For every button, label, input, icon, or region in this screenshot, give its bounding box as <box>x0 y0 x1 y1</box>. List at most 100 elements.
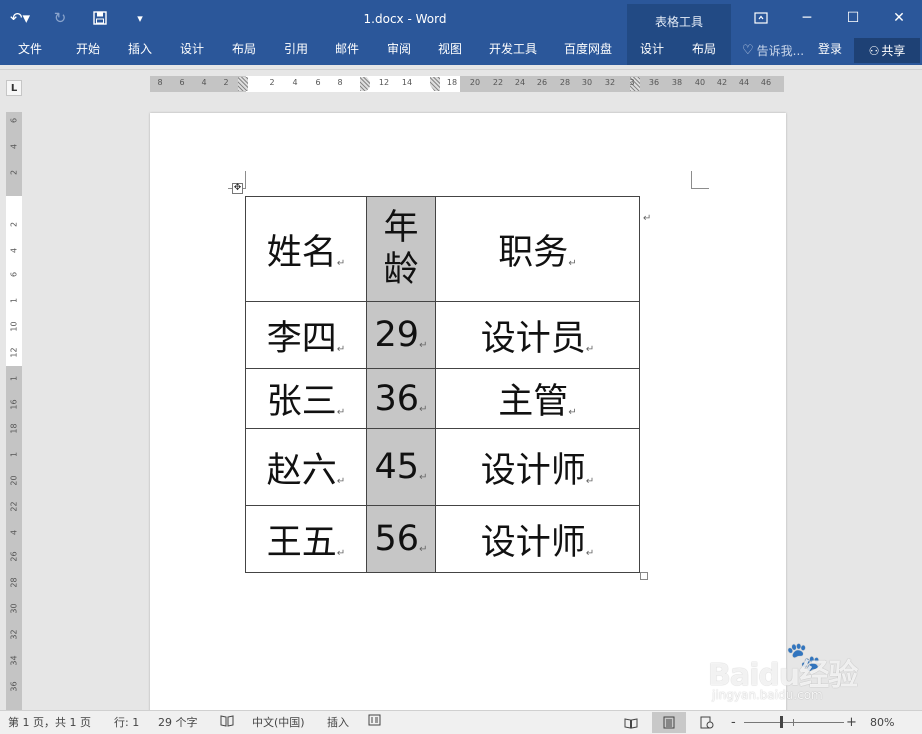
ruler-tick-label: 6 <box>179 78 185 87</box>
tab-references[interactable]: 引用 <box>274 36 318 65</box>
tab-view[interactable]: 视图 <box>428 36 472 65</box>
zoom-slider-center-mark <box>793 719 794 726</box>
ruler-tick-label: 22 <box>492 78 504 87</box>
ruler-tick-label: 30 <box>581 78 593 87</box>
table-cell-selected[interactable]: 56↵ <box>366 505 436 573</box>
ruler-tick-label: 38 <box>671 78 683 87</box>
person-icon: ⚇ <box>868 43 880 58</box>
tab-design[interactable]: 设计 <box>170 36 214 65</box>
tab-stop-selector-icon[interactable]: L <box>6 80 22 96</box>
table-cell[interactable]: 王五↵ <box>245 505 367 573</box>
zoom-out-button[interactable]: - <box>731 714 736 732</box>
web-layout-icon <box>700 716 714 729</box>
horizontal-ruler-area: L 8 6 4 2 2 4 6 8 12 14 18 20 22 24 26 28 30 32 3 36 38 40 42 4… <box>0 69 922 98</box>
table-cell-selected[interactable]: 45↵ <box>366 428 436 506</box>
word-count-status[interactable]: 29 个字 <box>158 714 198 732</box>
tab-table-layout[interactable]: 布局 <box>681 36 727 65</box>
ruler-tick-label: 4 <box>201 78 207 87</box>
minimize-icon[interactable]: ─ <box>784 0 830 36</box>
ruler-tick-label: 22 <box>9 501 19 512</box>
table-cell[interactable]: 李四↵ <box>245 301 367 369</box>
ruler-tick-label: 3 <box>629 78 635 87</box>
table-cell[interactable]: 姓名↵ <box>245 196 367 302</box>
table-header-row: 姓名↵ 年龄 职务↵ <box>245 196 640 302</box>
horizontal-ruler[interactable]: 8 6 4 2 2 4 6 8 12 14 18 20 22 24 26 28 30 32 3 36 38 40 42 44 4… <box>150 76 784 92</box>
ruler-tick-label: 20 <box>469 78 481 87</box>
table-cell[interactable]: 职务↵ <box>435 196 640 302</box>
right-indent-marker[interactable] <box>425 85 435 92</box>
title-bar: ↶▾ ↻ ▾ 1.docx - Word 表格工具 ─ ☐ ✕ <box>0 0 922 36</box>
open-book-icon <box>624 717 638 729</box>
zoom-slider-track[interactable] <box>744 722 844 723</box>
tab-home[interactable]: 开始 <box>66 36 110 65</box>
ribbon-tab-bar: 文件 开始 插入 设计 布局 引用 邮件 审阅 视图 开发工具 百度网盘 设计 … <box>0 36 922 65</box>
share-label: 共享 <box>881 44 906 58</box>
close-icon[interactable]: ✕ <box>876 0 922 36</box>
zoom-in-button[interactable]: + <box>846 714 857 732</box>
tell-me-label: 告诉我... <box>756 44 805 58</box>
ruler-tick-label: 2 <box>9 221 19 228</box>
table-cell-selected[interactable]: 29↵ <box>366 301 436 369</box>
table-row: 李四↵ 29↵ 设计员↵ <box>245 301 640 369</box>
tab-developer[interactable]: 开发工具 <box>482 36 544 65</box>
ruler-tick-label: 46 <box>760 78 772 87</box>
tell-me-search[interactable]: ♡ 告诉我... <box>742 36 804 65</box>
tab-file[interactable]: 文件 <box>8 36 52 65</box>
page-count-status[interactable]: 第 1 页，共 1 页 <box>8 714 91 732</box>
ribbon-display-options-icon[interactable] <box>738 0 784 36</box>
insert-mode-status[interactable]: 插入 <box>327 714 349 732</box>
ruler-tick-label: 28 <box>9 577 19 588</box>
table-cell[interactable]: 设计师↵ <box>435 428 640 506</box>
proofing-icon[interactable] <box>220 714 234 732</box>
ruler-tick-label: 12 <box>9 347 19 358</box>
ruler-tick-label: 34 <box>9 655 19 666</box>
baidu-jingyan-watermark: 🐾 Baidu经验 jingyan.baidu.com <box>700 640 900 708</box>
line-status[interactable]: 行: 1 <box>114 714 139 732</box>
table-cell[interactable]: 张三↵ <box>245 368 367 429</box>
ruler-tick-label: 1 <box>9 375 19 382</box>
table-move-handle-icon[interactable]: ✥ <box>232 183 243 194</box>
ruler-tick-label: 1 <box>9 451 19 458</box>
ruler-tick-label: 12 <box>378 78 390 87</box>
column-marker[interactable] <box>238 77 248 91</box>
ruler-tick-label: 18 <box>446 78 458 87</box>
page-layout-icon <box>663 716 675 729</box>
watermark-url: jingyan.baidu.com <box>712 688 823 702</box>
table-tools-tabs: 设计 布局 <box>627 36 731 65</box>
table-row: 张三↵ 36↵ 主管↵ <box>245 368 640 429</box>
zoom-level[interactable]: 80% <box>870 714 894 732</box>
zoom-slider-thumb[interactable] <box>780 716 783 728</box>
web-layout-button[interactable] <box>690 712 724 733</box>
lightbulb-icon: ♡ <box>742 43 754 58</box>
tab-baidu-netdisk[interactable]: 百度网盘 <box>556 36 620 65</box>
table-cell-selected[interactable]: 36↵ <box>366 368 436 429</box>
document-page[interactable]: ✥ 姓名↵ 年龄 职务↵ 李四↵ 29↵ 设计员↵ 张三↵ 36↵ 主管↵ 赵六… <box>150 113 786 713</box>
ruler-tick-label: 44 <box>738 78 750 87</box>
table-cell[interactable]: 设计师↵ <box>435 505 640 573</box>
ruler-tick-label: 6 <box>9 117 19 124</box>
tab-review[interactable]: 审阅 <box>377 36 421 65</box>
read-mode-button[interactable] <box>614 712 648 733</box>
ruler-tick-label: 32 <box>9 629 19 640</box>
print-layout-button[interactable] <box>652 712 686 733</box>
login-button[interactable]: 登录 <box>818 36 842 65</box>
table-cell-selected[interactable]: 年龄 <box>366 196 436 302</box>
tab-insert[interactable]: 插入 <box>118 36 162 65</box>
table-resize-handle[interactable] <box>640 572 648 580</box>
table-row: 赵六↵ 45↵ 设计师↵ <box>245 428 640 506</box>
table-row: 王五↵ 56↵ 设计师↵ <box>245 505 640 573</box>
table-cell[interactable]: 赵六↵ <box>245 428 367 506</box>
table-cell[interactable]: 设计员↵ <box>435 301 640 369</box>
share-button[interactable]: ⚇ 共享 <box>854 38 920 63</box>
language-status[interactable]: 中文(中国) <box>252 714 305 732</box>
tab-layout[interactable]: 布局 <box>222 36 266 65</box>
tab-mailings[interactable]: 邮件 <box>325 36 369 65</box>
macro-recording-icon[interactable] <box>368 714 381 732</box>
vertical-ruler[interactable]: 6 4 2 2 4 6 1 10 12 1 16 18 1 20 22 4 26 28 30 32 34 36 <box>6 112 22 710</box>
table-cell[interactable]: 主管↵ <box>435 368 640 429</box>
maximize-icon[interactable]: ☐ <box>830 0 876 36</box>
data-table[interactable]: 姓名↵ 年龄 职务↵ 李四↵ 29↵ 设计员↵ 张三↵ 36↵ 主管↵ 赵六↵ … <box>245 196 640 573</box>
ribbon-display-icon <box>754 12 768 24</box>
end-of-row-mark: ↵ <box>643 213 652 224</box>
tab-table-design[interactable]: 设计 <box>629 36 675 65</box>
